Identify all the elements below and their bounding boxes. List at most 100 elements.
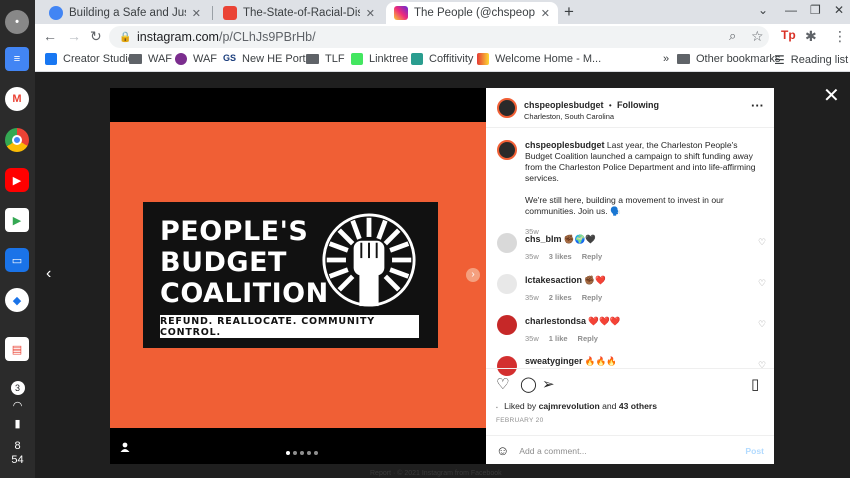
app-icon[interactable]: ▤ [5, 337, 29, 361]
youtube-app-icon[interactable]: ▶ [5, 168, 29, 192]
clock-minute[interactable]: 54 [0, 454, 35, 466]
post-header-text: chspeoplesbudget • Following Charleston,… [524, 100, 660, 121]
next-slide-icon[interactable]: › [466, 268, 480, 282]
instagram-favicon-icon [394, 6, 408, 20]
docs-app-icon[interactable]: ≡ [5, 47, 29, 71]
bookmark-waf-folder[interactable]: WAF [129, 53, 172, 65]
like-comment-icon[interactable]: ♡ [758, 319, 766, 330]
close-icon[interactable]: ✕ [541, 7, 550, 20]
avatar[interactable] [497, 98, 517, 118]
extensions-puzzle-icon[interactable]: ✱ [805, 28, 817, 45]
folder-icon [129, 54, 142, 64]
avatar[interactable] [497, 233, 517, 253]
notification-badge[interactable]: 3 [0, 381, 35, 395]
heart-icon[interactable]: ♡ [496, 375, 509, 393]
bookmark-star-icon[interactable]: ☆ [751, 28, 764, 45]
logo-line-2: BUDGET [160, 247, 287, 278]
reading-list[interactable]: ☰ Reading list [774, 53, 848, 67]
coalition-logo-card: PEOPLE'S BUDGET COALITION REFUND. REALLO… [143, 202, 438, 348]
post-comment-button[interactable]: Post [745, 446, 764, 456]
close-icon[interactable]: ✕ [192, 7, 201, 20]
tab-building-safe[interactable]: Building a Safe and Just Charlest ✕ [41, 2, 209, 24]
bookmark-new-he-portal[interactable]: GS New HE Portal [223, 53, 314, 65]
page-footer: Report · © 2021 Instagram from Facebook [370, 470, 502, 477]
like-comment-icon[interactable]: ♡ [758, 237, 766, 248]
bookmark-save-icon[interactable]: ▯ [751, 375, 759, 393]
launcher-icon[interactable]: • [5, 10, 29, 34]
bookmark-waf[interactable]: WAF [175, 53, 217, 65]
bookmark-coffitivity[interactable]: Coffitivity [411, 53, 473, 65]
forward-arrow-icon[interactable]: → [67, 28, 81, 44]
new-tab-button[interactable]: + [564, 2, 574, 22]
bookmarks-bar: Creator Studio WAF WAF GS New HE Portal T… [35, 50, 850, 72]
post-side-panel: chspeoplesbudget • Following Charleston,… [486, 88, 774, 464]
files-app-icon[interactable]: ▭ [5, 248, 29, 272]
following-button[interactable]: Following [617, 100, 659, 110]
reading-list-icon: ☰ [774, 53, 785, 67]
post-header: chspeoplesbudget • Following Charleston,… [486, 88, 774, 128]
bookmark-welcome-home[interactable]: Welcome Home - M... [477, 53, 601, 65]
tab-strip: Building a Safe and Just Charlest ✕ The-… [35, 0, 850, 24]
comment-meta: 35w 2 likes Reply [525, 293, 603, 302]
back-arrow-icon[interactable]: ← [43, 28, 57, 44]
other-bookmarks[interactable]: Other bookmarks [677, 53, 780, 65]
bookmark-creator-studio[interactable]: Creator Studio [45, 53, 134, 65]
avatar[interactable] [497, 140, 517, 160]
restore-icon[interactable]: ❐ [810, 3, 821, 17]
app-icon[interactable]: ◆ [5, 288, 29, 312]
gs-icon: GS [223, 53, 237, 65]
close-icon[interactable]: ✕ [366, 7, 375, 20]
coffitivity-icon [411, 53, 423, 65]
avatar[interactable] [497, 274, 517, 294]
comment-item: lctakesaction ✊🏾❤️ [525, 275, 606, 285]
like-comment-icon[interactable]: ♡ [758, 278, 766, 289]
comment-bubble-icon[interactable]: ◯ [520, 375, 537, 393]
post-media[interactable]: PEOPLE'S BUDGET COALITION REFUND. REALLO… [110, 88, 486, 464]
window-close-icon[interactable]: ✕ [834, 3, 844, 17]
tab-title: Building a Safe and Just Charlest [69, 7, 186, 19]
bookmark-linktree[interactable]: Linktree [351, 53, 408, 65]
pdf-favicon-icon [223, 6, 237, 20]
logo-slogan: REFUND. REALLOCATE. COMMUNITY CONTROL. [160, 315, 419, 338]
reload-icon[interactable]: ↻ [90, 28, 102, 45]
wifi-icon[interactable]: ◠ [0, 399, 35, 412]
folder-icon [677, 54, 690, 64]
battery-icon[interactable]: ▮ [0, 417, 35, 430]
gmail-app-icon[interactable]: M [5, 87, 29, 111]
lock-icon[interactable]: 🔒 [119, 32, 131, 43]
avatar[interactable] [497, 315, 517, 335]
comment-item: charlestondsa ❤️❤️❤️ [525, 316, 621, 326]
share-send-icon[interactable]: ➢ [542, 375, 555, 393]
post-caption: chspeoplesbudget Last year, the Charlest… [525, 140, 756, 236]
tab-state-of-racial[interactable]: The-State-of-Racial-Disparities-in ✕ [215, 2, 383, 24]
tab-separator [212, 6, 213, 20]
chrome-app-icon[interactable] [5, 128, 29, 152]
browser-toolbar: ← → ↻ 🔒 instagram.com/p/CLhJs9PBrHb/ ⌕ ☆… [35, 24, 850, 50]
post-author[interactable]: chspeoplesbudget [524, 100, 604, 110]
play-store-icon[interactable]: ▶ [5, 208, 29, 232]
post-date: FEBRUARY 20 [496, 417, 544, 424]
clock-hour[interactable]: 8 [0, 440, 35, 452]
address-bar[interactable]: 🔒 instagram.com/p/CLhJs9PBrHb/ [109, 26, 769, 48]
bookmark-tlf[interactable]: TLF [306, 53, 345, 65]
menu-kebab-icon[interactable]: ⋮ [833, 28, 847, 45]
bookmarks-overflow-icon[interactable]: » [663, 53, 669, 65]
liked-by: ▪ Liked by cajmrevolution and 43 others [496, 401, 658, 411]
tab-favicon-icon [49, 6, 63, 20]
more-options-icon[interactable]: ··· [751, 98, 764, 113]
post-image-background: PEOPLE'S BUDGET COALITION REFUND. REALLO… [110, 122, 486, 428]
previous-post-icon[interactable]: ‹ [46, 265, 51, 283]
minimize-icon[interactable]: — [785, 3, 797, 17]
tab-instagram-active[interactable]: The People (@chspeoplesbudge ✕ [386, 2, 558, 24]
close-icon[interactable]: ✕ [823, 83, 840, 108]
logo-line-1: PEOPLE'S [160, 216, 309, 247]
user-tag-icon[interactable] [120, 442, 130, 452]
tab-search-icon[interactable]: ⌄ [758, 3, 768, 17]
zoom-icon[interactable]: ⌕ [729, 28, 736, 44]
url-domain: instagram.com [137, 30, 219, 44]
comment-input[interactable]: Add a comment... [519, 446, 745, 456]
emoji-icon[interactable]: ☺ [496, 443, 509, 458]
post-actions: ♡ ◯ ➢ ▯ ▪ Liked by cajmrevolution and 43… [486, 368, 774, 464]
extension-tp-icon[interactable]: Tp [781, 28, 796, 42]
post-location[interactable]: Charleston, South Carolina [524, 112, 659, 121]
